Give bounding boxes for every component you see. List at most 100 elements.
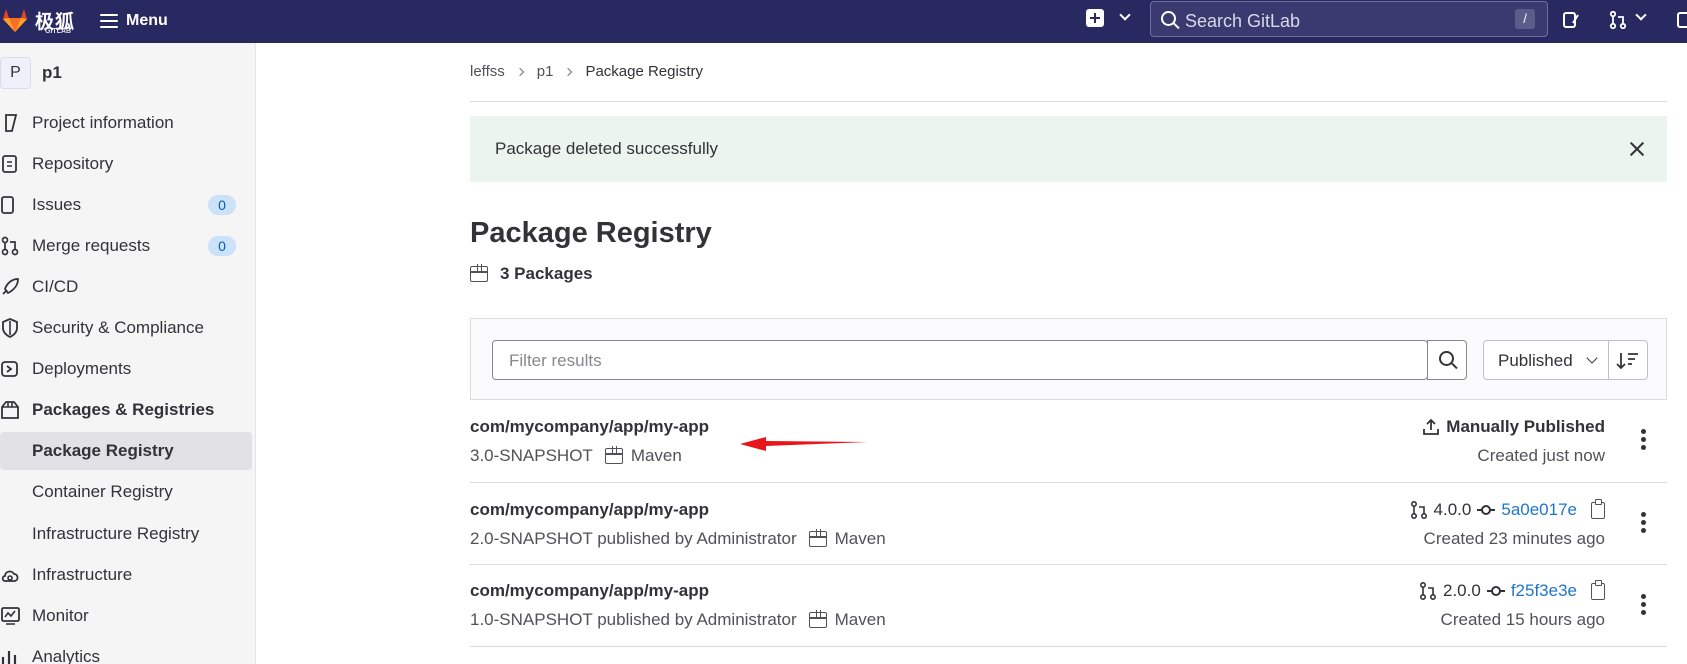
search-box[interactable]: Search GitLab / — [1150, 1, 1548, 37]
shield-icon — [2, 318, 18, 339]
sidebar-item-package-registry[interactable]: Package Registry — [0, 432, 252, 470]
merge-request-icon[interactable] — [1609, 11, 1627, 29]
package-type: Maven — [834, 610, 886, 629]
sidebar-item-merge-requests[interactable]: Merge requests 0 — [0, 227, 252, 265]
issues-icon[interactable] — [1562, 11, 1580, 29]
sidebar-item-deployments[interactable]: Deployments — [0, 350, 252, 388]
filter-search-button[interactable] — [1427, 340, 1467, 380]
chevron-right-icon — [564, 67, 573, 76]
sort-direction-button[interactable] — [1608, 340, 1648, 380]
info-icon — [5, 114, 18, 132]
package-icon — [808, 529, 827, 547]
project-name: p1 — [42, 63, 62, 82]
search-icon — [1439, 351, 1454, 366]
more-actions-icon[interactable] — [1641, 512, 1647, 534]
sidebar-item-container-registry[interactable]: Container Registry — [0, 473, 252, 511]
brand-sub: GITLAB — [45, 28, 72, 35]
sidebar-item-label: Repository — [32, 154, 114, 173]
hamburger-icon — [100, 14, 118, 28]
sidebar-item-label: Packages & Registries — [32, 400, 215, 419]
package-meta: 2.0-SNAPSHOT published by Administrator … — [470, 529, 886, 549]
pipeline-info: 4.0.0 5a0e017e — [1410, 498, 1605, 520]
chevron-down-icon[interactable] — [1119, 9, 1131, 21]
sidebar-item-label: Deployments — [32, 359, 132, 378]
sidebar-item-packages-registries[interactable]: Packages & Registries — [0, 391, 252, 429]
todo-icon[interactable] — [1676, 11, 1687, 29]
breadcrumb-current[interactable]: Package Registry — [585, 63, 703, 80]
divider — [470, 101, 1667, 102]
sidebar-item-analytics[interactable]: Analytics — [0, 638, 252, 664]
pipeline-info: 2.0.0 f25f3e3e — [1419, 579, 1605, 601]
created-time: Created just now — [1477, 446, 1605, 465]
sidebar-item-label: Infrastructure — [32, 565, 133, 584]
package-icon — [604, 446, 623, 464]
sort-lowest-icon — [1616, 353, 1638, 370]
rocket-icon — [2, 278, 19, 295]
sidebar-item-monitor[interactable]: Monitor — [0, 597, 252, 635]
package-icon — [1, 401, 19, 419]
package-row: com/mycompany/app/my-app 2.0-SNAPSHOT pu… — [470, 483, 1667, 565]
package-name-link[interactable]: com/mycompany/app/my-app — [470, 581, 709, 601]
merge-request-icon — [1420, 582, 1436, 600]
sidebar-item-repository[interactable]: Repository — [0, 145, 252, 183]
sidebar-item-project-information[interactable]: Project information — [0, 104, 252, 142]
merge-request-icon — [1410, 501, 1427, 519]
success-alert: Package deleted successfully — [470, 116, 1667, 182]
search-icon — [1161, 11, 1176, 26]
package-row: com/mycompany/app/my-app 1.0-SNAPSHOT pu… — [470, 565, 1667, 647]
pipeline-ref: 2.0.0 — [1443, 581, 1481, 600]
sidebar-item-infrastructure-registry[interactable]: Infrastructure Registry — [0, 515, 252, 553]
publish-status: Manually Published — [1422, 417, 1605, 437]
package-name-link[interactable]: com/mycompany/app/my-app — [470, 417, 709, 437]
package-name-link[interactable]: com/mycompany/app/my-app — [470, 500, 709, 520]
chevron-down-icon[interactable] — [1635, 9, 1647, 21]
sort-dropdown[interactable]: Published — [1483, 340, 1609, 380]
merge-requests-count-badge: 0 — [208, 236, 236, 256]
chevron-down-icon — [1586, 352, 1598, 364]
created-time: Created 15 hours ago — [1440, 610, 1605, 629]
commit-link[interactable]: 5a0e017e — [1501, 500, 1577, 520]
package-count: 3 Packages — [470, 264, 593, 284]
package-icon — [470, 264, 488, 282]
package-version: 3.0-SNAPSHOT — [470, 446, 593, 465]
copy-icon[interactable] — [1591, 498, 1605, 519]
menu-button[interactable]: Menu — [100, 8, 168, 34]
sidebar-item-infrastructure[interactable]: Infrastructure — [0, 556, 252, 594]
breadcrumb-item[interactable]: leffss — [470, 63, 505, 80]
package-count-label: 3 Packages — [500, 264, 593, 283]
search-input[interactable]: Search GitLab — [1185, 11, 1300, 32]
project-avatar: P — [0, 57, 31, 89]
pipeline-ref: 4.0.0 — [1433, 500, 1472, 519]
cloud-gear-icon — [1, 570, 19, 582]
close-icon[interactable] — [1629, 141, 1645, 157]
merge-request-icon — [1, 236, 19, 256]
chevron-right-icon — [515, 67, 524, 76]
package-version: 1.0-SNAPSHOT published by Administrator — [470, 610, 797, 629]
filter-input[interactable]: Filter results — [492, 340, 1428, 380]
new-item-icon[interactable] — [1086, 9, 1104, 27]
sidebar-item-issues[interactable]: Issues 0 — [0, 186, 252, 224]
monitor-icon — [1, 607, 20, 625]
sidebar-item-security-compliance[interactable]: Security & Compliance — [0, 309, 252, 347]
project-header[interactable]: P p1 — [0, 57, 62, 89]
package-row: com/mycompany/app/my-app 3.0-SNAPSHOT Ma… — [470, 400, 1667, 483]
more-actions-icon[interactable] — [1641, 429, 1647, 451]
sidebar-item-label: Issues — [32, 195, 82, 214]
sidebar-item-label: Security & Compliance — [32, 318, 204, 337]
package-icon — [808, 610, 827, 628]
more-actions-icon[interactable] — [1641, 594, 1647, 616]
breadcrumb-item[interactable]: p1 — [537, 63, 554, 80]
sidebar-item-ci-cd[interactable]: CI/CD — [0, 268, 252, 306]
filter-bar: Filter results Published — [470, 318, 1667, 400]
filter-placeholder: Filter results — [509, 351, 602, 370]
sidebar-item-label: Infrastructure Registry — [32, 524, 200, 543]
package-type: Maven — [630, 446, 682, 465]
sidebar-item-label: Package Registry — [32, 441, 174, 460]
sidebar: P p1 Project information Repository Issu… — [0, 43, 256, 664]
page-title: Package Registry — [470, 217, 712, 249]
gitlab-logo-icon[interactable] — [0, 5, 30, 35]
sort-label: Published — [1498, 351, 1573, 370]
copy-icon[interactable] — [1591, 579, 1605, 600]
commit-link[interactable]: f25f3e3e — [1511, 581, 1577, 601]
search-shortcut-badge: / — [1515, 9, 1535, 29]
